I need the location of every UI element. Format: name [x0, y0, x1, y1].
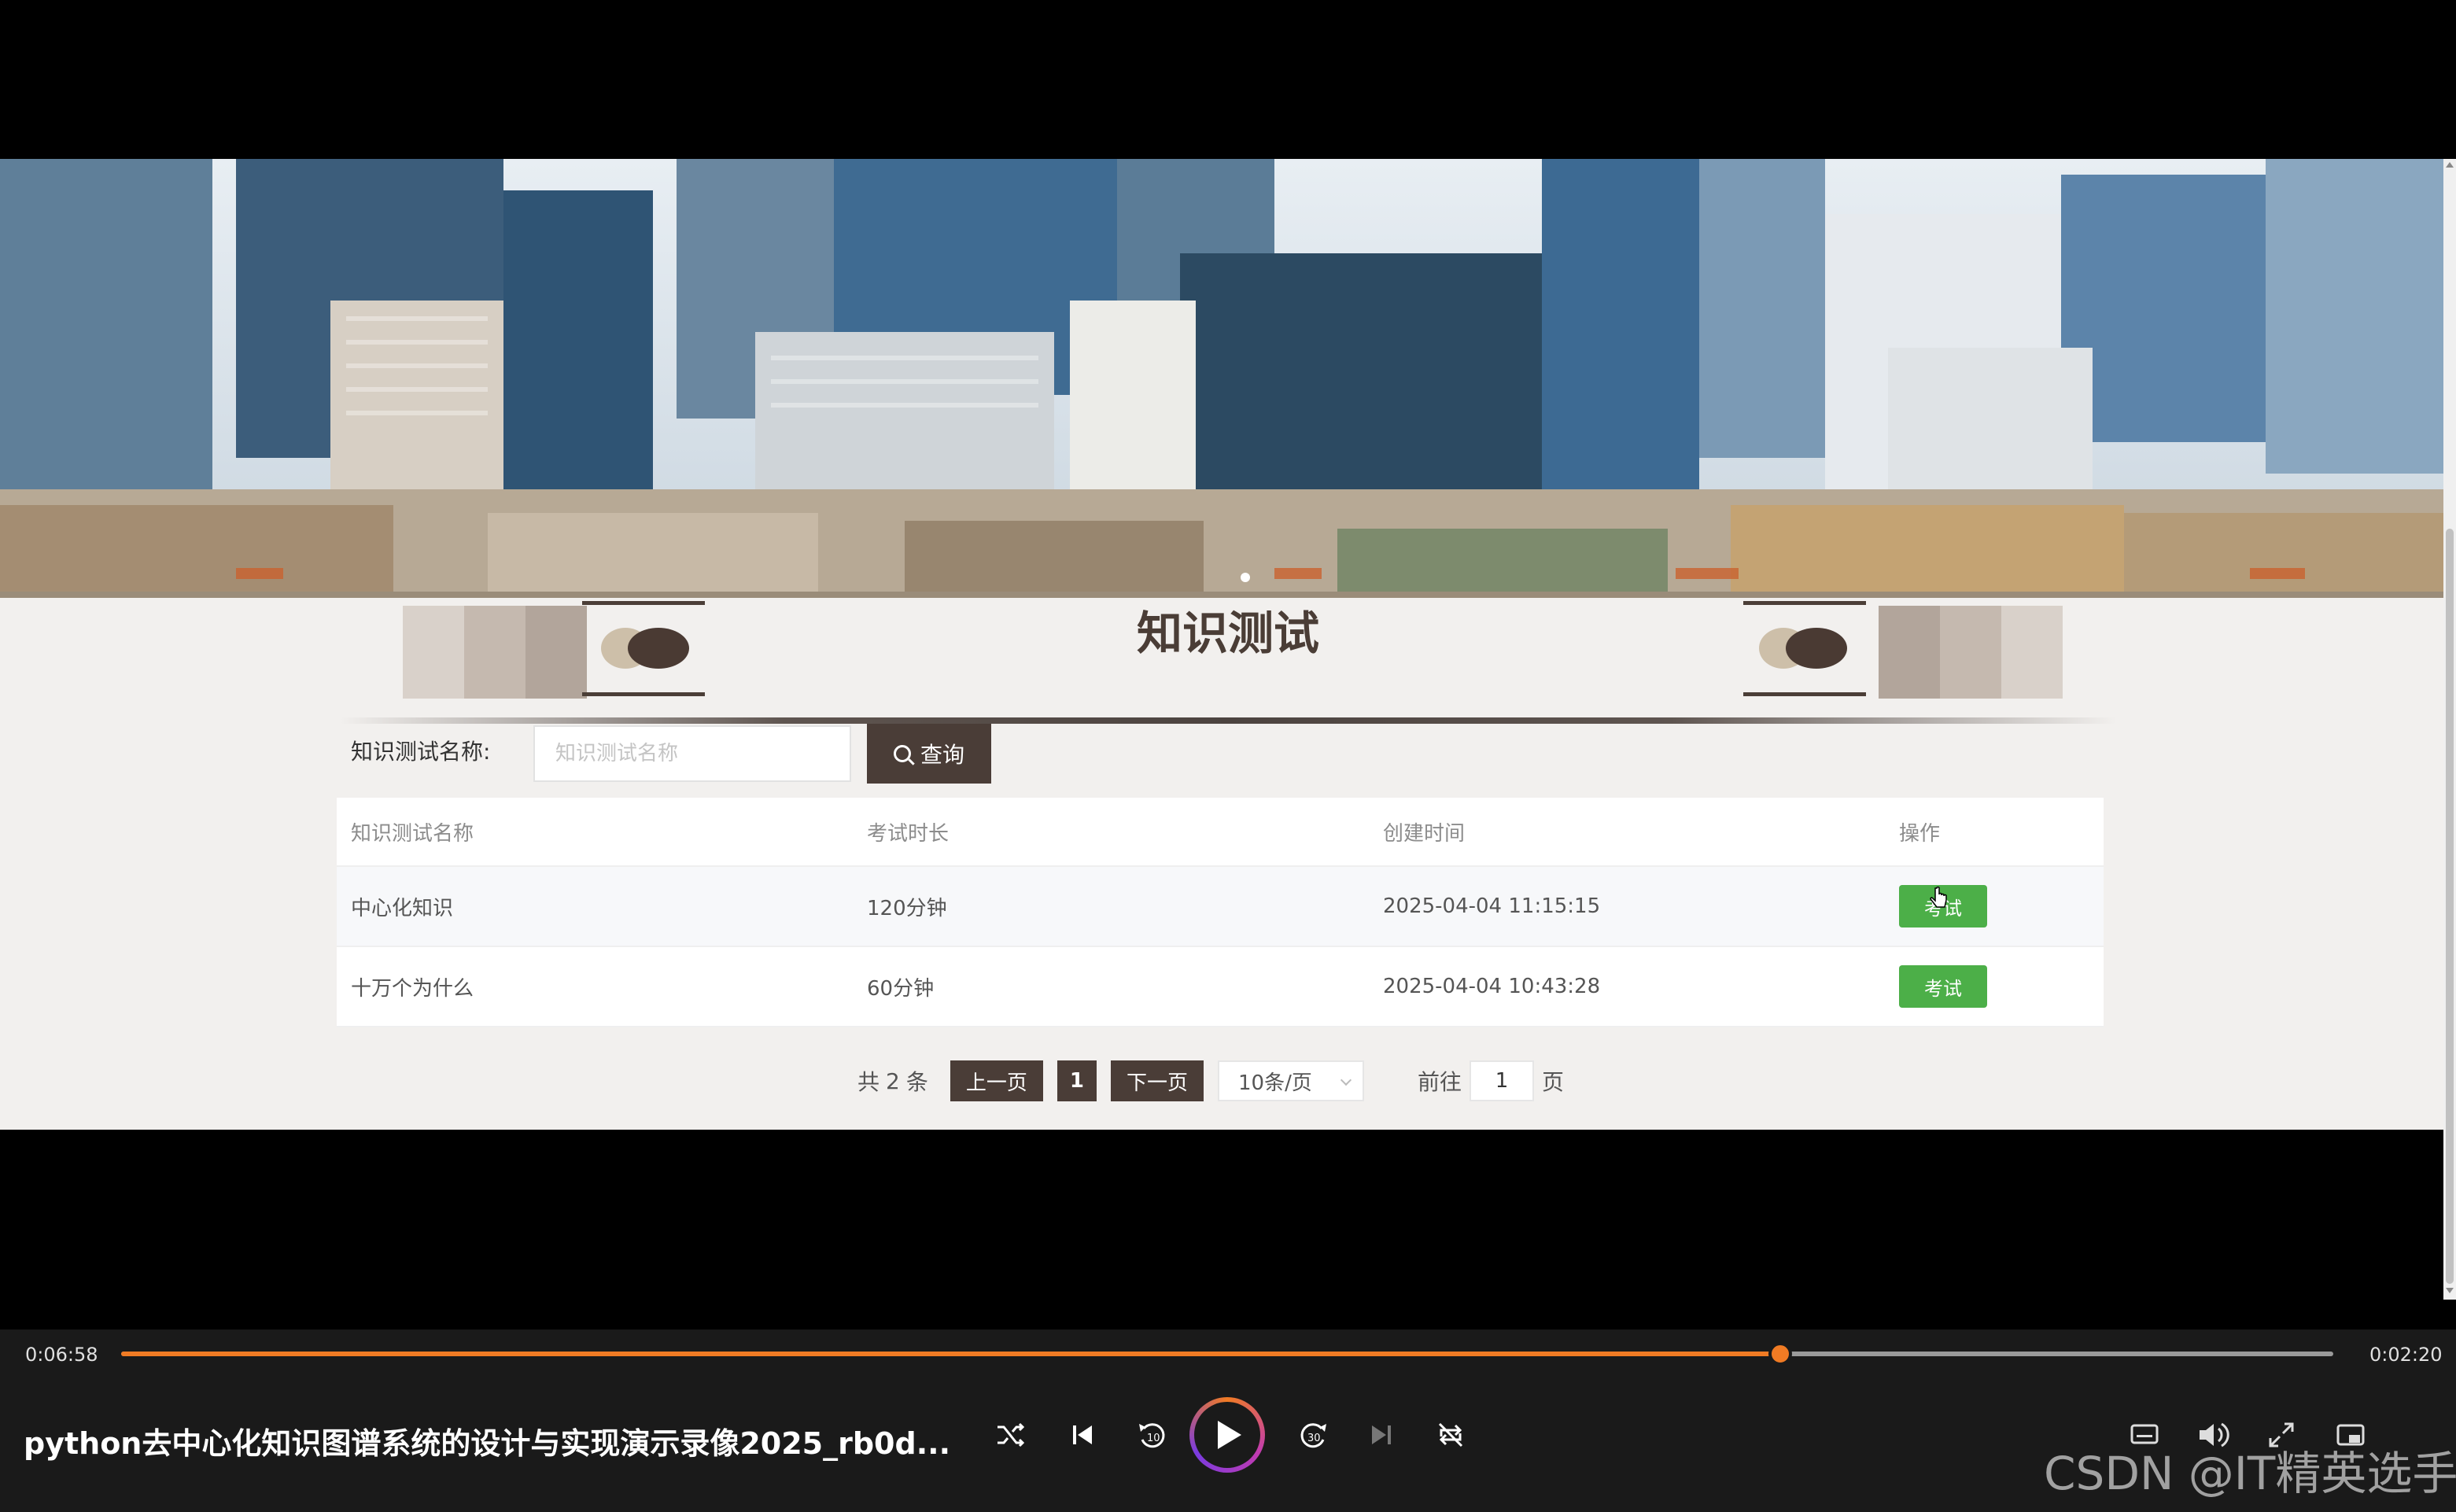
exam-name: 中心化知识: [351, 896, 454, 920]
search-button[interactable]: 查询: [867, 724, 991, 784]
goto-page-input[interactable]: [1470, 1060, 1534, 1101]
search-icon: [893, 745, 911, 762]
svg-text:10: 10: [1147, 1433, 1160, 1444]
progress-fill: [121, 1352, 1780, 1356]
column-header[interactable]: 创建时间: [1369, 817, 1885, 846]
table-row: 十万个为什么 60分钟 2025-04-04 10:43:28 考试: [337, 947, 2104, 1027]
search-button-label: 查询: [920, 742, 964, 768]
video-player-controls: 0:06:58 0:02:20 python去中心化知识图谱系统的设计与实现演示…: [0, 1329, 2456, 1512]
column-header: 操作: [1899, 821, 1941, 846]
title-divider: [340, 717, 2116, 724]
table-header: 知识测试名称 考试时长 创建时间 操作: [337, 798, 2104, 867]
forward-30-icon[interactable]: 30: [1289, 1410, 1339, 1460]
exam-table: 知识测试名称 考试时长 创建时间 操作 中心化知识 120分钟 2025-04-…: [337, 798, 2104, 1027]
page-size-value: 10条/页: [1237, 1071, 1312, 1095]
total-suffix: 条: [905, 1069, 928, 1095]
chevron-down-icon: [1340, 1074, 1352, 1086]
hand-cursor-icon: [1930, 887, 1947, 908]
city-skyline-image: [0, 159, 2443, 598]
scroll-up-arrow-icon[interactable]: [2446, 162, 2454, 168]
column-header[interactable]: 考试时长: [853, 817, 1369, 846]
scroll-down-arrow-icon[interactable]: [2446, 1288, 2454, 1293]
shuffle-icon[interactable]: [985, 1410, 1035, 1460]
action-cell: 考试: [1885, 885, 2104, 927]
search-input[interactable]: [533, 725, 851, 782]
total-prefix: 共: [857, 1069, 880, 1095]
play-icon: [1218, 1421, 1241, 1449]
web-page: 知识测试 知识测试名称: 查询 知识测试名称 考试时长 创建时间 操作 中心化知…: [0, 159, 2443, 1130]
svg-text:30: 30: [1307, 1433, 1321, 1444]
goto-prefix: 前往: [1417, 1069, 1462, 1095]
prev-page-button[interactable]: 上一页: [950, 1060, 1043, 1101]
header-decoration-right: [1879, 606, 2063, 699]
scrollbar-thumb[interactable]: [2446, 529, 2454, 1284]
page-scrollbar[interactable]: [2443, 159, 2456, 1300]
total-count: 2: [886, 1068, 900, 1094]
csdn-watermark: CSDN @IT精英选手: [2044, 1447, 2456, 1500]
table-row: 中心化知识 120分钟 2025-04-04 11:15:15 考试: [337, 867, 2104, 947]
carousel-indicator-dot[interactable]: [1241, 573, 1250, 582]
exam-button[interactable]: 考试: [1899, 965, 1987, 1008]
exam-duration: 120分钟: [867, 896, 947, 920]
rewind-10-icon[interactable]: 10: [1127, 1410, 1177, 1460]
previous-icon[interactable]: [1057, 1410, 1108, 1460]
current-time: 0:06:58: [25, 1344, 98, 1366]
pagination: 共 2 条 上一页 1 下一页 10条/页 前往 页: [857, 1059, 1564, 1103]
next-page-button[interactable]: 下一页: [1110, 1060, 1204, 1101]
exam-name: 十万个为什么: [351, 976, 474, 1001]
exam-created-time: 2025-04-04 11:15:15: [1383, 894, 1601, 918]
search-label: 知识测试名称:: [351, 739, 491, 765]
progress-handle[interactable]: [1768, 1342, 1792, 1366]
video-title: python去中心化知识图谱系统的设计与实现演示录像2025_rb0d...: [24, 1426, 951, 1461]
column-header[interactable]: 知识测试名称: [337, 817, 853, 846]
next-icon[interactable]: [1356, 1410, 1407, 1460]
toggle-decoration-right: [1743, 599, 1866, 702]
exam-button[interactable]: 考试: [1899, 885, 1987, 927]
total-time: 0:02:20: [2369, 1344, 2443, 1366]
play-button[interactable]: [1189, 1397, 1265, 1473]
action-cell: 考试: [1885, 965, 2104, 1008]
exam-created-time: 2025-04-04 10:43:28: [1383, 975, 1601, 998]
page-size-select[interactable]: 10条/页: [1217, 1060, 1364, 1101]
goto-suffix: 页: [1542, 1069, 1565, 1095]
page-number-button[interactable]: 1: [1057, 1060, 1097, 1101]
repeat-icon[interactable]: [1425, 1410, 1476, 1460]
banner-carousel[interactable]: [0, 159, 2443, 598]
exam-duration: 60分钟: [867, 976, 935, 1001]
progress-bar[interactable]: [121, 1342, 2333, 1366]
